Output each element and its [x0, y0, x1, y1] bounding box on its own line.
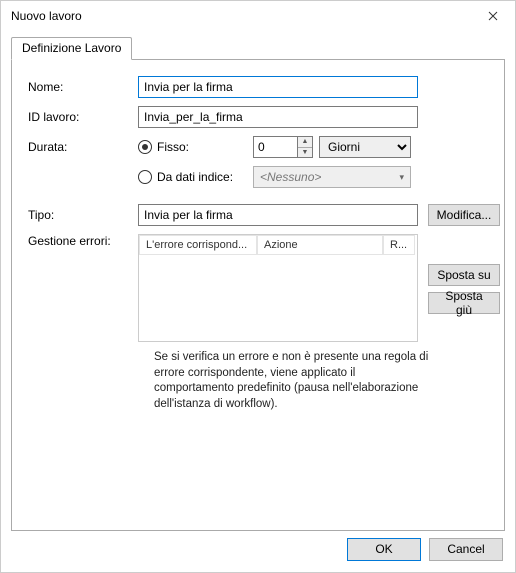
sposta-giu-label: Sposta giù: [437, 289, 491, 317]
row-gestione-errori: Gestione errori: L'errore corrispond... …: [28, 234, 492, 342]
dialog-footer: OK Cancel: [1, 529, 515, 569]
col-r[interactable]: R...: [383, 235, 415, 255]
error-note: Se si verifica un errore e non è present…: [154, 350, 434, 412]
tab-label: Definizione Lavoro: [22, 41, 121, 55]
tipo-display: [138, 204, 418, 226]
durata-units-select[interactable]: Giorni: [319, 136, 411, 158]
tabstrip: Definizione Lavoro: [11, 37, 505, 59]
col-azione[interactable]: Azione: [257, 235, 383, 255]
chevron-down-icon: ▾: [399, 172, 404, 183]
radio-icon: [138, 170, 152, 184]
row-durata-indice: Da dati indice: <Nessuno> ▾: [28, 166, 492, 188]
radio-icon: [138, 140, 152, 154]
modifica-button[interactable]: Modifica...: [428, 204, 500, 226]
label-id: ID lavoro:: [28, 110, 138, 124]
label-tipo: Tipo:: [28, 208, 138, 222]
modifica-label: Modifica...: [437, 208, 492, 222]
window-title: Nuovo lavoro: [11, 9, 82, 23]
row-nome: Nome:: [28, 76, 492, 98]
close-icon[interactable]: [473, 2, 513, 30]
nome-input[interactable]: [138, 76, 418, 98]
id-lavoro-input[interactable]: [138, 106, 418, 128]
row-id: ID lavoro:: [28, 106, 492, 128]
dialog-content: Definizione Lavoro Nome: ID lavoro: Dura…: [1, 31, 515, 529]
cancel-button[interactable]: Cancel: [429, 538, 503, 561]
error-rules-grid[interactable]: L'errore corrispond... Azione R...: [138, 234, 418, 342]
row-durata-fisso: Durata: Fisso: ▲ ▼ Giorni: [28, 136, 492, 158]
radio-fisso-label: Fisso:: [157, 140, 189, 154]
label-gestione-errori: Gestione errori:: [28, 234, 138, 248]
indice-placeholder: <Nessuno>: [260, 170, 321, 184]
radio-fisso[interactable]: Fisso:: [138, 140, 253, 154]
durata-value-input[interactable]: [253, 136, 297, 158]
radio-da-dati-indice[interactable]: Da dati indice:: [138, 170, 253, 184]
spinner-buttons[interactable]: ▲ ▼: [297, 136, 313, 158]
radio-da-dati-label: Da dati indice:: [157, 170, 233, 184]
cancel-label: Cancel: [447, 542, 484, 556]
label-durata: Durata:: [28, 140, 138, 154]
titlebar: Nuovo lavoro: [1, 1, 515, 31]
tab-definizione-lavoro[interactable]: Definizione Lavoro: [11, 37, 132, 60]
ok-label: OK: [375, 542, 392, 556]
row-tipo: Tipo: Modifica...: [28, 204, 492, 226]
chevron-up-icon[interactable]: ▲: [298, 137, 312, 148]
durata-spinner[interactable]: ▲ ▼: [253, 136, 313, 158]
col-errore-corrisponde[interactable]: L'errore corrispond...: [139, 235, 257, 255]
indice-select: <Nessuno> ▾: [253, 166, 411, 188]
sposta-su-button[interactable]: Sposta su: [428, 264, 500, 286]
tab-panel: Nome: ID lavoro: Durata: Fisso:: [11, 59, 505, 531]
sposta-giu-button[interactable]: Sposta giù: [428, 292, 500, 314]
ok-button[interactable]: OK: [347, 538, 421, 561]
error-move-buttons: Sposta su Sposta giù: [428, 234, 500, 342]
chevron-down-icon[interactable]: ▼: [298, 148, 312, 158]
error-grid-header: L'errore corrispond... Azione R...: [139, 235, 417, 255]
sposta-su-label: Sposta su: [437, 268, 490, 282]
label-nome: Nome:: [28, 80, 138, 94]
